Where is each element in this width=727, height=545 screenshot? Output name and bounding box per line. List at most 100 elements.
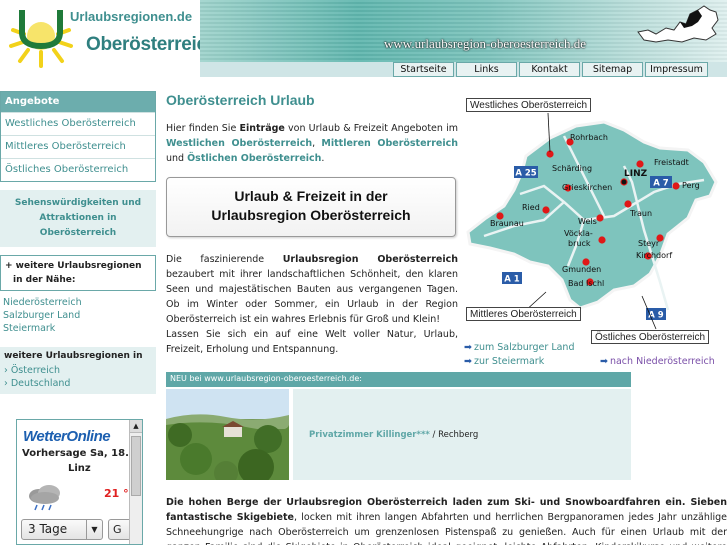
town-label[interactable]: Gmunden bbox=[562, 265, 601, 274]
forecast-days-value: 3 Tage bbox=[28, 522, 68, 536]
logo-region-text: Oberösterreich bbox=[86, 34, 219, 55]
town-label[interactable]: bruck bbox=[568, 239, 591, 248]
town-label[interactable]: Traun bbox=[629, 209, 652, 218]
link-nach-niederoesterreich[interactable]: ➡ nach Niederösterreich bbox=[600, 356, 715, 367]
landscape-photo-graphic bbox=[166, 389, 289, 480]
more-regions-title: weitere Urlaubsregionen in bbox=[4, 351, 143, 361]
sehens-line-3: Oberösterreich bbox=[39, 228, 117, 238]
town-label[interactable]: Ried bbox=[522, 203, 540, 212]
town-label[interactable]: Braunau bbox=[490, 219, 524, 228]
weather-scrollbar[interactable]: ▲ bbox=[129, 420, 142, 544]
map-label-westliches[interactable]: Westliches Oberösterreich bbox=[466, 98, 592, 112]
intro-text-2: von Urlaub & Freizeit Angeboten im bbox=[284, 123, 458, 134]
left-sidebar: Angebote Westliches Oberösterreich Mittl… bbox=[0, 91, 158, 394]
intro-text-5: . bbox=[321, 153, 325, 164]
chevron-down-icon: ▼ bbox=[86, 520, 102, 539]
sidebar-item-oestliches[interactable]: Östliches Oberösterreich bbox=[1, 158, 155, 181]
town-label[interactable]: Bad Ischl bbox=[568, 279, 604, 288]
town-marker-icon[interactable] bbox=[672, 182, 680, 190]
arrow-right-icon: ➡ bbox=[464, 342, 472, 353]
header: Urlaubsregionen.de Oberösterreich www.ur… bbox=[0, 0, 727, 77]
town-label[interactable]: Schärding bbox=[552, 164, 592, 173]
map-label-mittleres[interactable]: Mittleres Oberösterreich bbox=[466, 307, 581, 321]
town-marker-icon[interactable] bbox=[542, 206, 550, 214]
site-url: www.urlaubsregion-oberoesterreich.de bbox=[384, 36, 587, 51]
town-label[interactable]: Freistadt bbox=[654, 158, 689, 167]
logo-text: Urlaubsregionen.de bbox=[70, 9, 193, 24]
intro-text-4: und bbox=[166, 153, 188, 164]
town-marker-icon[interactable] bbox=[636, 160, 644, 168]
map-label-oestliches[interactable]: Östliches Oberösterreich bbox=[591, 330, 710, 344]
town-label[interactable]: Vöckla- bbox=[564, 229, 593, 238]
news-link-privatzimmer[interactable]: Privatzimmer Killinger*** bbox=[309, 430, 430, 440]
town-label[interactable]: Grieskirchen bbox=[562, 183, 612, 192]
news-photo[interactable] bbox=[166, 389, 289, 480]
town-label[interactable]: Kirchdorf bbox=[636, 251, 672, 260]
body-text-3: Lassen Sie sich ein auf eine Welt voller… bbox=[166, 329, 458, 355]
scrollbar-thumb[interactable] bbox=[131, 436, 141, 496]
news-location: / Rechberg bbox=[429, 430, 479, 440]
chevron-right-icon: › bbox=[4, 365, 11, 376]
town-label[interactable]: Perg bbox=[682, 181, 700, 190]
nearby-regions-heading[interactable]: + weitere Urlaubsregionen in der Nähe: bbox=[0, 255, 156, 291]
link-westliches[interactable]: Westlichen Oberösterreich bbox=[166, 138, 312, 149]
news-bar: NEU bei www.urlaubsregion-oberoesterreic… bbox=[166, 372, 631, 387]
sun-logo-icon bbox=[9, 10, 73, 68]
sehenswuerdigkeiten-link[interactable]: Sehenswürdigkeiten und Attraktionen in O… bbox=[0, 190, 156, 247]
wetteronline-logo[interactable]: WetterOnline bbox=[23, 428, 111, 445]
nav-sitemap[interactable]: Sitemap bbox=[582, 62, 643, 77]
link-mittleres[interactable]: Mittleren Oberösterreich bbox=[321, 138, 458, 149]
link-salzburger-land[interactable]: Salzburger Land bbox=[0, 309, 158, 322]
town-label[interactable]: Steyr bbox=[638, 239, 660, 248]
nav-startseite[interactable]: Startseite bbox=[393, 62, 454, 77]
angebote-menu: Angebote Westliches Oberösterreich Mittl… bbox=[0, 91, 156, 182]
sehens-line-1: Sehenswürdigkeiten und bbox=[14, 198, 142, 208]
town-marker-icon[interactable] bbox=[624, 200, 632, 208]
nav-links[interactable]: Links bbox=[456, 62, 517, 77]
news-panel: Privatzimmer Killinger*** / Rechberg bbox=[166, 389, 631, 481]
sehens-line-2: Attraktionen in bbox=[39, 213, 117, 223]
nav-impressum[interactable]: Impressum bbox=[645, 62, 708, 77]
body-paragraph: Die faszinierende Urlaubsregion Oberöste… bbox=[166, 252, 458, 357]
link-zur-steiermark-label: zur Steiermark bbox=[473, 356, 545, 367]
page-title: Oberösterreich Urlaub bbox=[166, 92, 315, 108]
nearby-heading-line-2: in der Nähe: bbox=[13, 275, 76, 285]
sidebar-item-mittleres[interactable]: Mittleres Oberösterreich bbox=[1, 135, 155, 158]
intro-text-1: Hier finden Sie bbox=[166, 123, 240, 134]
more-regions-box: weitere Urlaubsregionen in › Österreich … bbox=[0, 347, 156, 394]
news-entry: Privatzimmer Killinger*** / Rechberg bbox=[309, 430, 478, 440]
logo[interactable]: Urlaubsregionen.de Oberösterreich bbox=[0, 0, 218, 77]
town-label[interactable]: Rohrbach bbox=[570, 133, 608, 142]
nearby-regions-list: Niederösterreich Salzburger Land Steierm… bbox=[0, 296, 158, 335]
link-oestliches[interactable]: Östlichen Oberösterreich bbox=[187, 153, 321, 164]
scroll-up-icon[interactable]: ▲ bbox=[130, 420, 142, 433]
town-marker-icon[interactable] bbox=[596, 214, 604, 222]
link-oesterreich[interactable]: › Österreich bbox=[4, 364, 152, 377]
chevron-right-icon: › bbox=[4, 378, 11, 389]
cloud-rain-icon bbox=[29, 485, 60, 511]
austria-map-icon bbox=[637, 5, 719, 43]
town-label[interactable]: LINZ bbox=[624, 169, 648, 179]
link-deutschland-label: Deutschland bbox=[10, 378, 71, 389]
link-deutschland[interactable]: › Deutschland bbox=[4, 377, 152, 390]
link-nach-niederoesterreich-label: nach Niederösterreich bbox=[609, 356, 715, 367]
forecast-days-select[interactable]: 3 Tage ▼ bbox=[21, 519, 103, 540]
nav-kontakt[interactable]: Kontakt bbox=[519, 62, 580, 77]
sidebar-item-westliches[interactable]: Westliches Oberösterreich bbox=[1, 112, 155, 135]
weather-forecast-date: Vorhersage Sa, 18.0 bbox=[22, 448, 136, 459]
link-steiermark[interactable]: Steiermark bbox=[0, 322, 158, 335]
weather-widget: WetterOnline Vorhersage Sa, 18.0 Linz 21… bbox=[16, 419, 143, 545]
nearby-heading-line-1: + weitere Urlaubsregionen bbox=[5, 261, 142, 271]
angebote-heading: Angebote bbox=[1, 92, 155, 112]
top-nav: Startseite Links Kontakt Sitemap Impress… bbox=[393, 62, 708, 77]
intro-paragraph: Hier finden Sie Einträge von Urlaub & Fr… bbox=[166, 121, 458, 166]
town-label[interactable]: Wels bbox=[578, 217, 597, 226]
link-zum-salzburger-land[interactable]: ➡ zum Salzburger Land bbox=[464, 342, 574, 353]
news-side-panel: Privatzimmer Killinger*** / Rechberg bbox=[293, 389, 631, 480]
link-niederoesterreich[interactable]: Niederösterreich bbox=[0, 296, 158, 309]
region-map[interactable]: A 25 A 7 A 1 A 9 Rohrbach Freistadt Schärd… bbox=[464, 96, 726, 344]
town-marker-icon[interactable] bbox=[598, 236, 606, 244]
road-a25: A 25 bbox=[515, 169, 536, 179]
linz-dot-icon bbox=[621, 179, 627, 185]
link-zur-steiermark[interactable]: ➡ zur Steiermark bbox=[464, 356, 544, 367]
